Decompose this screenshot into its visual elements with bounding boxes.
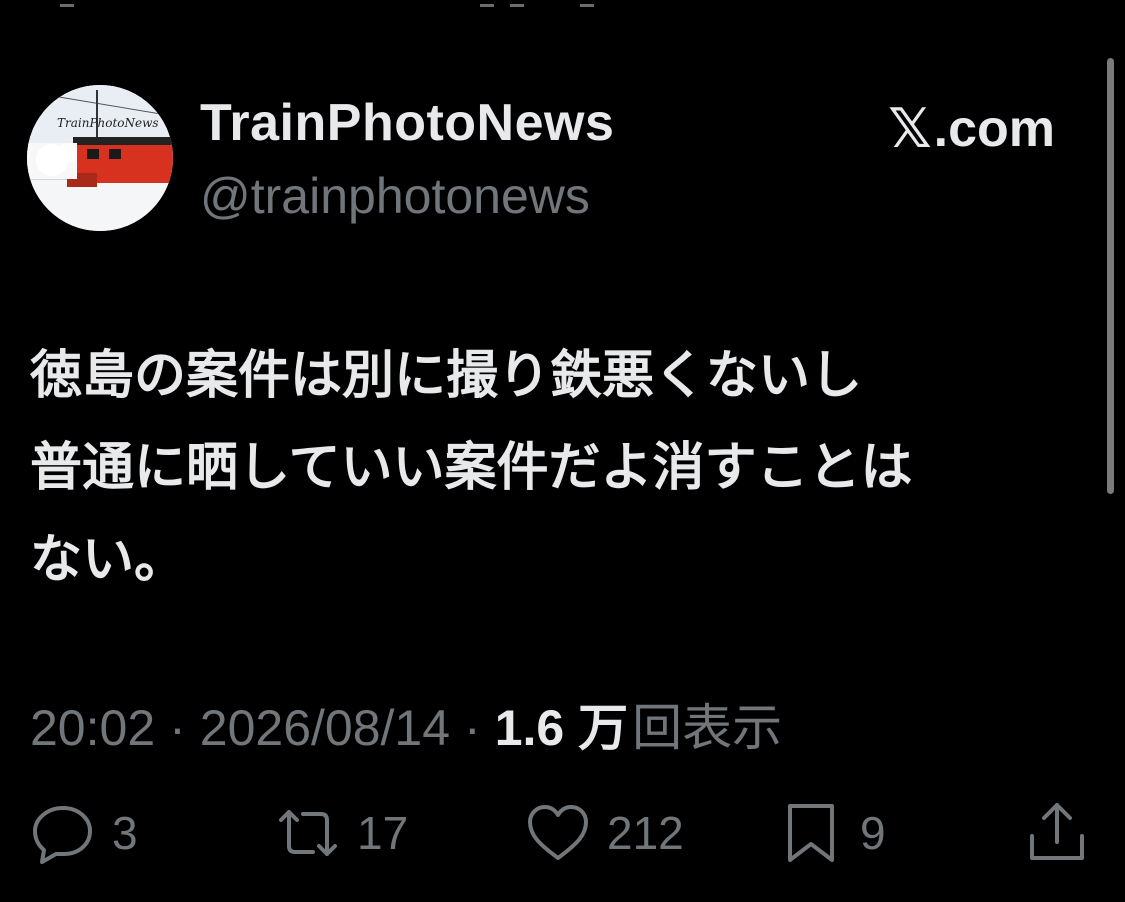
views-label: 回表示	[632, 700, 783, 756]
action-bar: 3 17 212 9	[30, 800, 1090, 880]
repost-icon	[279, 810, 337, 856]
reply-button[interactable]: 3	[30, 800, 138, 866]
tweet-date[interactable]: 2026/08/14	[200, 699, 450, 757]
like-count: 212	[607, 807, 684, 859]
avatar-train-image: TrainPhotoNews	[27, 85, 173, 231]
top-edge-fragments	[0, 0, 1125, 7]
bookmark-button[interactable]: 9	[778, 800, 886, 866]
share-icon	[1030, 803, 1084, 860]
reply-icon	[33, 806, 92, 864]
author-display-name[interactable]: TrainPhotoNews	[200, 93, 614, 153]
x-logo-icon: 𝕏	[888, 97, 932, 160]
bookmark-icon	[788, 804, 834, 862]
source-xcom: 𝕏 .com	[888, 97, 1055, 160]
heart-icon	[528, 805, 588, 860]
meta-separator: ·	[464, 700, 481, 756]
repost-count: 17	[357, 807, 409, 859]
like-button[interactable]: 212	[525, 800, 684, 866]
avatar-logo-text: TrainPhotoNews	[57, 116, 159, 130]
views-count[interactable]: 1.6 万	[495, 688, 628, 760]
repost-button[interactable]: 17	[275, 800, 408, 866]
scrollbar[interactable]	[1107, 58, 1114, 494]
tweet-meta: 20:02 · 2026/08/14 · 1.6 万 回表示	[30, 688, 782, 760]
meta-separator: ·	[169, 700, 186, 756]
tweet-text: 徳島の案件は別に撮り鉄悪くないし 普通に晒していい案件だよ消すことは ない。	[30, 346, 913, 590]
source-label: .com	[933, 99, 1055, 158]
reply-count: 3	[112, 807, 138, 859]
avatar[interactable]: TrainPhotoNews	[27, 85, 173, 231]
tweet-header: TrainPhotoNews TrainPhotoNews @trainphot…	[27, 85, 1067, 235]
bookmark-count: 9	[860, 807, 886, 859]
tweet-time[interactable]: 20:02	[30, 699, 155, 757]
author-handle[interactable]: @trainphotonews	[200, 167, 590, 225]
share-button[interactable]	[1024, 800, 1090, 866]
